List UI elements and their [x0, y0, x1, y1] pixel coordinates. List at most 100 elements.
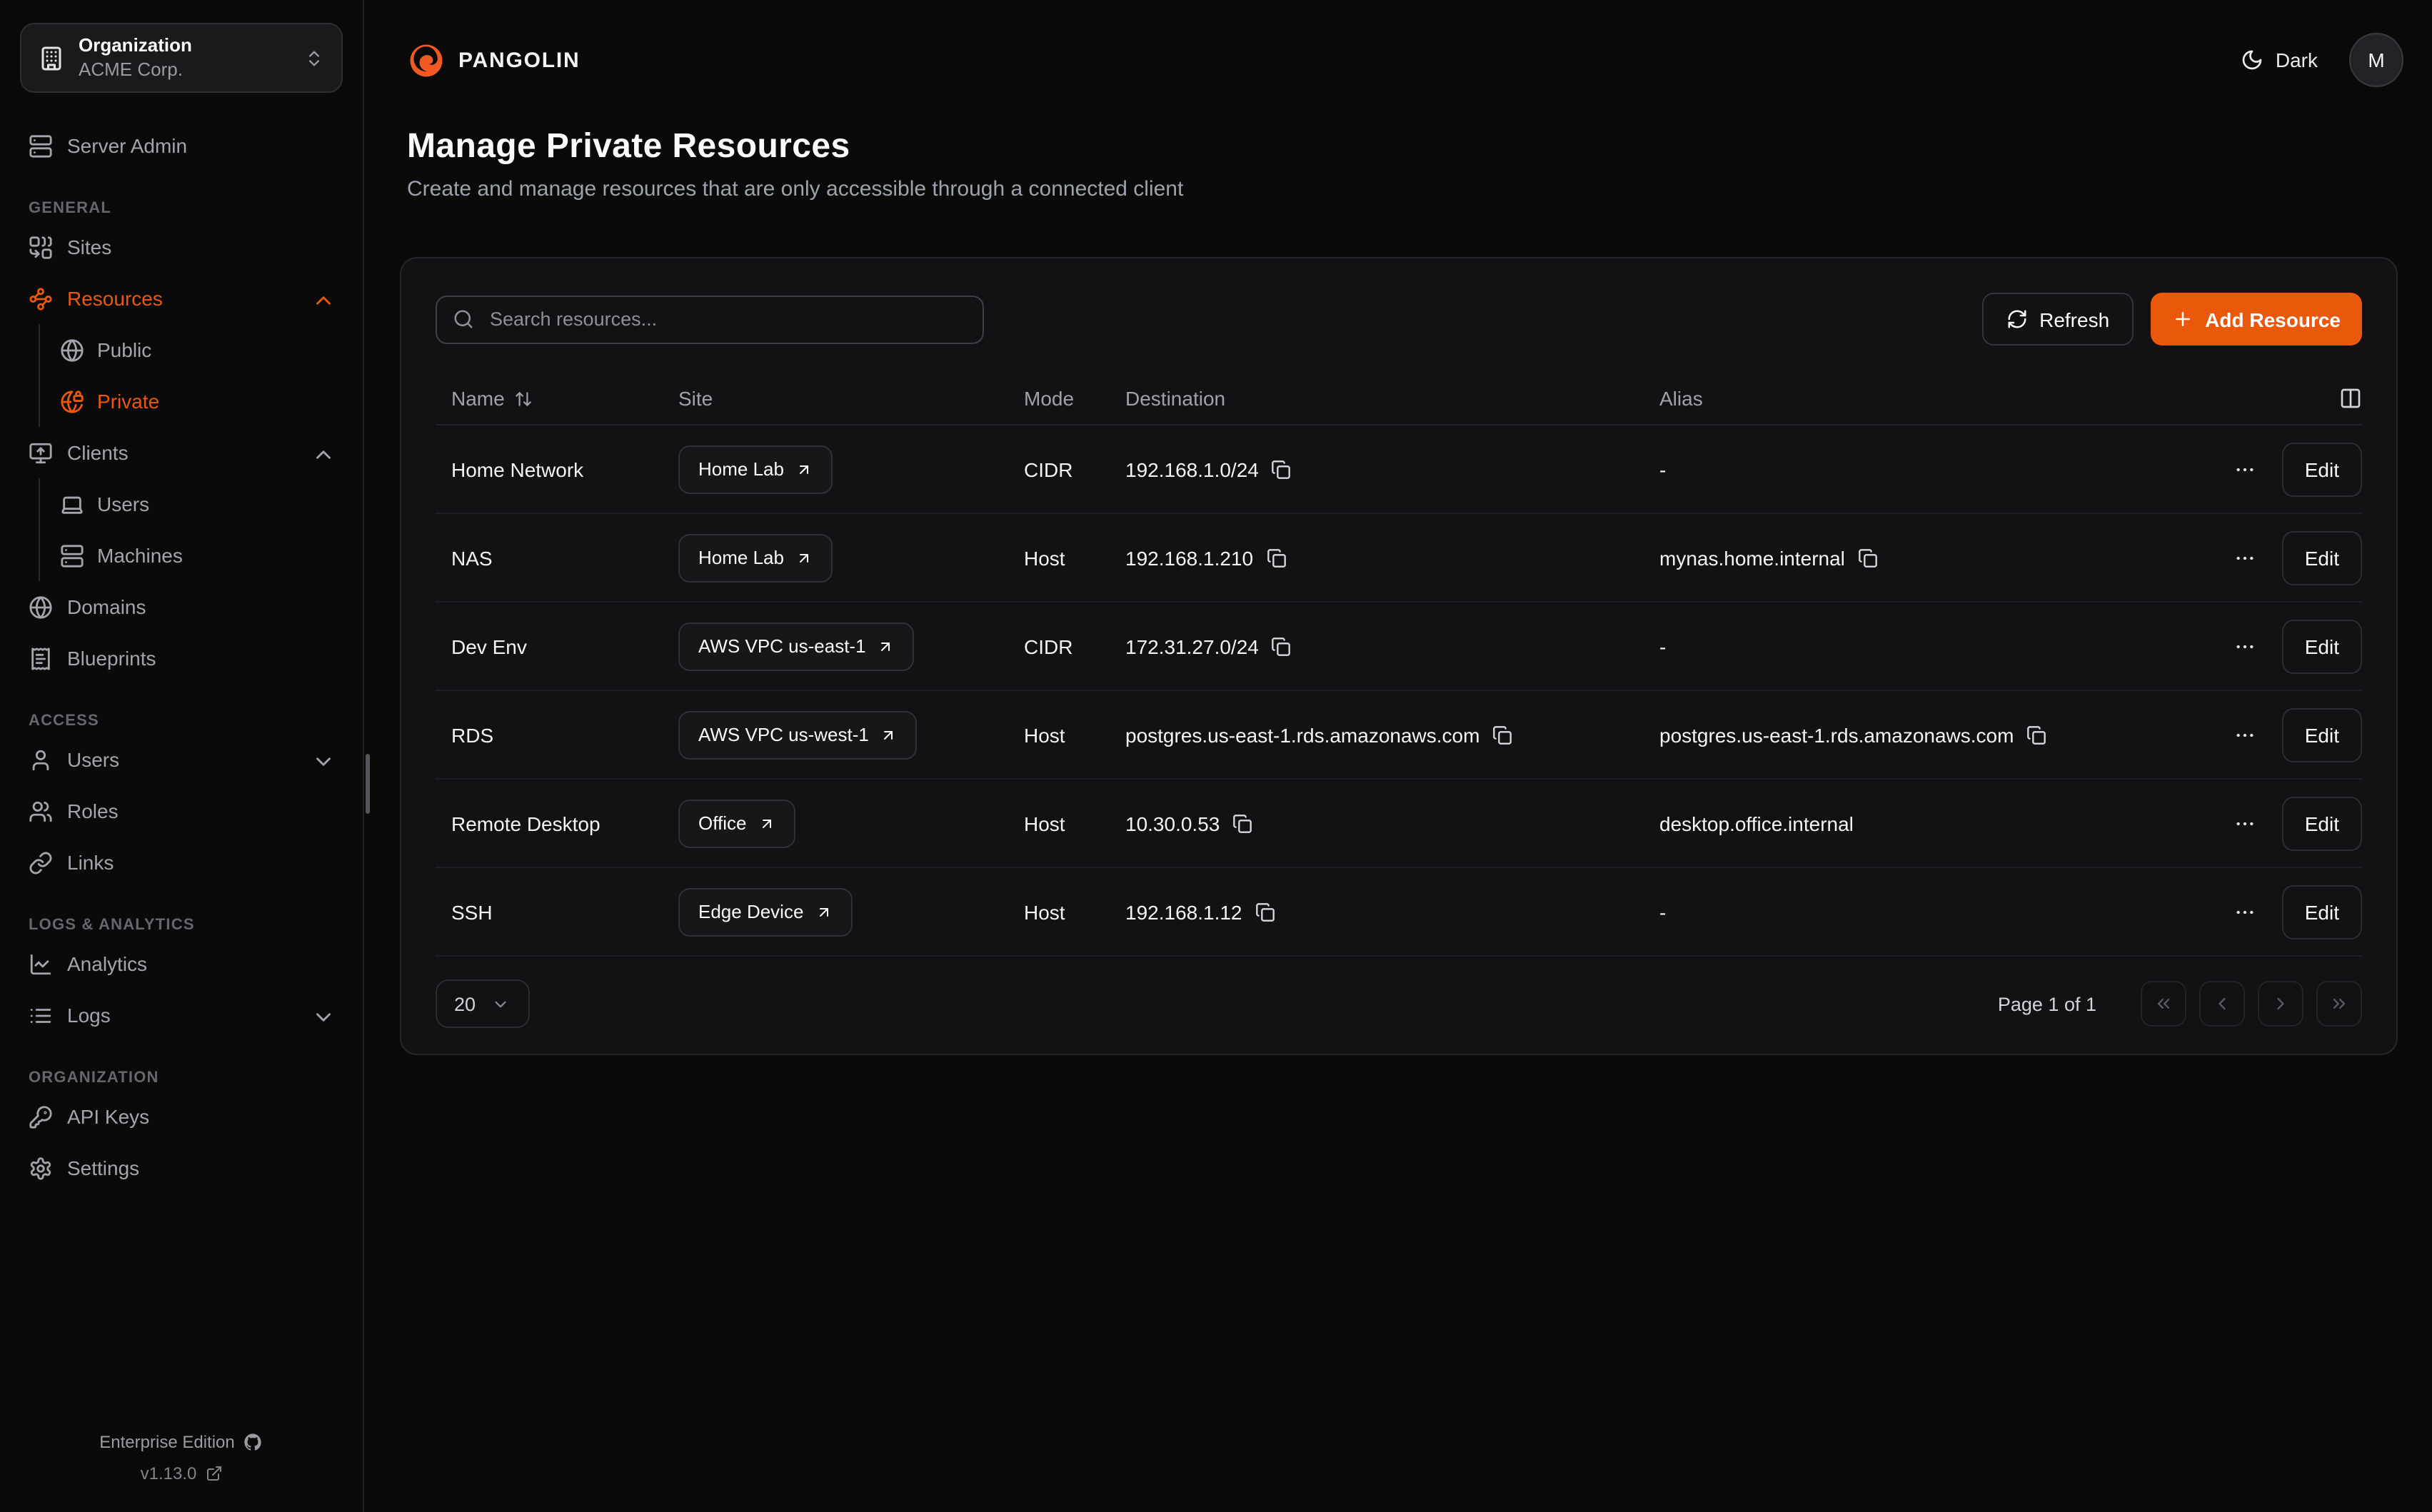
- table-row: Home Network Home Lab CIDR 192.168.1.0/2…: [436, 425, 2362, 514]
- cell-name: Dev Env: [451, 635, 678, 657]
- refresh-button[interactable]: Refresh: [1982, 293, 2134, 346]
- sidebar-item-domains[interactable]: Domains: [0, 581, 363, 632]
- key-icon: [29, 1104, 53, 1129]
- section-label-logs-analytics: LOGS & ANALYTICS: [29, 917, 334, 934]
- receipt-icon: [29, 646, 53, 670]
- sidebar-item-server-admin[interactable]: Server Admin: [0, 120, 363, 171]
- edit-button[interactable]: Edit: [2282, 530, 2362, 585]
- chevron-down-icon: [311, 750, 331, 770]
- edition-row[interactable]: Enterprise Edition: [0, 1426, 363, 1458]
- sidebar-item-client-users[interactable]: Users: [40, 478, 363, 530]
- page-size-value: 20: [454, 993, 476, 1014]
- ellipsis-icon[interactable]: [2233, 635, 2256, 657]
- edit-button[interactable]: Edit: [2282, 884, 2362, 939]
- search-input[interactable]: [487, 307, 967, 331]
- copy-icon[interactable]: [1858, 548, 1878, 568]
- edit-button[interactable]: Edit: [2282, 707, 2362, 762]
- sidebar-item-label: Resources: [67, 287, 163, 310]
- add-resource-button[interactable]: Add Resource: [2151, 293, 2362, 346]
- building-icon: [39, 45, 64, 71]
- ellipsis-icon[interactable]: [2233, 458, 2256, 480]
- site-link-button[interactable]: Home Lab: [678, 445, 833, 493]
- ellipsis-icon[interactable]: [2233, 812, 2256, 835]
- sidebar-item-resources[interactable]: Resources: [0, 273, 363, 324]
- sidebar-item-analytics[interactable]: Analytics: [0, 938, 363, 989]
- waypoints-icon: [29, 286, 53, 311]
- cell-alias: postgres.us-east-1.rds.amazonaws.com: [1659, 723, 2014, 746]
- site-link-button[interactable]: AWS VPC us-east-1: [678, 622, 915, 670]
- ellipsis-icon[interactable]: [2233, 546, 2256, 569]
- site-link-button[interactable]: Edge Device: [678, 887, 852, 936]
- sidebar-scrollbar-thumb[interactable]: [366, 754, 370, 814]
- sidebar-item-roles[interactable]: Roles: [0, 785, 363, 837]
- copy-icon[interactable]: [1266, 548, 1286, 568]
- sidebar-item-settings[interactable]: Settings: [0, 1142, 363, 1194]
- org-label: Organization: [79, 35, 192, 59]
- sidebar: Organization ACME Corp. Server Admin GEN…: [0, 0, 364, 1512]
- avatar[interactable]: M: [2349, 33, 2403, 87]
- site-link-button[interactable]: AWS VPC us-west-1: [678, 710, 918, 759]
- sidebar-item-users[interactable]: Users: [0, 734, 363, 785]
- arrow-up-down-icon[interactable]: [515, 389, 533, 408]
- sidebar-item-public[interactable]: Public: [40, 324, 363, 376]
- sidebar-item-clients[interactable]: Clients: [0, 427, 363, 478]
- sidebar-footer: Enterprise Edition v1.13.0: [0, 1426, 363, 1512]
- chevron-left-icon: [2212, 994, 2232, 1014]
- chart-line-icon: [29, 952, 53, 976]
- sidebar-item-machines[interactable]: Machines: [40, 530, 363, 581]
- table-row: RDS AWS VPC us-west-1 Host postgres.us-e…: [436, 691, 2362, 780]
- chevron-right-icon: [2271, 994, 2291, 1014]
- section-label-organization: ORGANIZATION: [29, 1069, 334, 1087]
- copy-icon[interactable]: [2026, 725, 2046, 745]
- search-icon: [453, 308, 474, 330]
- col-header-mode: Mode: [1024, 387, 1125, 410]
- sidebar-item-label: API Keys: [67, 1105, 149, 1128]
- copy-icon[interactable]: [1272, 636, 1292, 656]
- org-selector[interactable]: Organization ACME Corp.: [20, 23, 343, 93]
- columns-icon[interactable]: [2339, 387, 2362, 410]
- col-header-name: Name: [451, 387, 505, 410]
- search-box: [436, 295, 984, 343]
- sidebar-item-blueprints[interactable]: Blueprints: [0, 632, 363, 684]
- edit-button[interactable]: Edit: [2282, 619, 2362, 673]
- sidebar-item-api-keys[interactable]: API Keys: [0, 1091, 363, 1142]
- cell-destination: 192.168.1.0/24: [1125, 458, 1259, 480]
- table-header: Name Site Mode Destination Alias: [436, 373, 2362, 425]
- site-link-button[interactable]: Office: [678, 799, 795, 847]
- first-page-button[interactable]: [2141, 981, 2186, 1027]
- theme-toggle[interactable]: Dark: [2241, 49, 2318, 71]
- table-row: Remote Desktop Office Host 10.30.0.53 de…: [436, 780, 2362, 868]
- plus-icon: [2172, 308, 2194, 330]
- copy-icon[interactable]: [1255, 902, 1275, 922]
- ellipsis-icon[interactable]: [2233, 723, 2256, 746]
- copy-icon[interactable]: [1492, 725, 1512, 745]
- section-label-access: ACCESS: [29, 712, 334, 730]
- version-row[interactable]: v1.13.0: [0, 1458, 363, 1489]
- sidebar-item-links[interactable]: Links: [0, 837, 363, 888]
- brand[interactable]: PANGOLIN: [407, 41, 581, 79]
- topbar: PANGOLIN Dark M: [364, 0, 2432, 120]
- refresh-icon: [2006, 308, 2028, 330]
- page-size-select[interactable]: 20: [436, 979, 530, 1028]
- cell-name: Home Network: [451, 458, 678, 480]
- users-icon: [29, 799, 53, 823]
- edit-button[interactable]: Edit: [2282, 442, 2362, 496]
- section-label-general: GENERAL: [29, 200, 334, 217]
- sidebar-item-label: Sites: [67, 236, 111, 258]
- last-page-button[interactable]: [2316, 981, 2362, 1027]
- copy-icon[interactable]: [1272, 459, 1292, 479]
- ellipsis-icon[interactable]: [2233, 900, 2256, 923]
- github-icon: [243, 1432, 263, 1452]
- site-link-button[interactable]: Home Lab: [678, 533, 833, 582]
- edit-button[interactable]: Edit: [2282, 796, 2362, 850]
- next-page-button[interactable]: [2258, 981, 2303, 1027]
- sidebar-item-label: Public: [97, 338, 151, 361]
- cell-alias: -: [1659, 900, 2174, 923]
- copy-icon[interactable]: [1232, 813, 1252, 833]
- sidebar-item-sites[interactable]: Sites: [0, 221, 363, 273]
- table-row: NAS Home Lab Host 192.168.1.210 mynas.ho…: [436, 514, 2362, 603]
- sidebar-item-logs[interactable]: Logs: [0, 989, 363, 1041]
- cell-name: Remote Desktop: [451, 812, 678, 835]
- prev-page-button[interactable]: [2199, 981, 2245, 1027]
- sidebar-item-private[interactable]: Private: [40, 376, 363, 427]
